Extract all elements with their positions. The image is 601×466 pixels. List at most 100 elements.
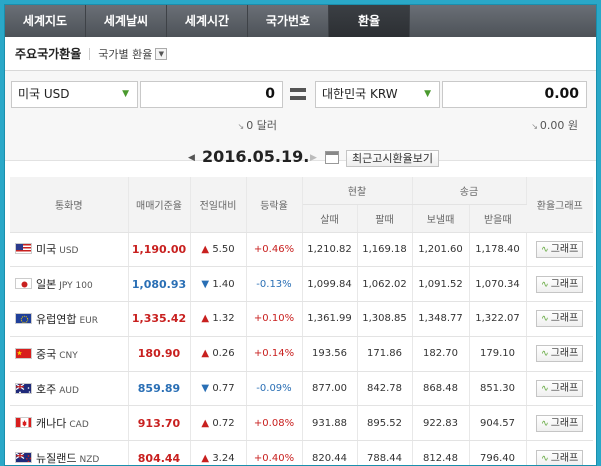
currency-name: 호주 bbox=[36, 382, 57, 396]
graph-button[interactable]: ∿ 그래프 bbox=[536, 310, 584, 328]
from-currency-value: 미국 USD bbox=[18, 87, 70, 101]
graph-button[interactable]: ∿ 그래프 bbox=[536, 414, 584, 432]
header-cash: 현찰 bbox=[302, 177, 413, 205]
header-cash-buy: 살때 bbox=[302, 204, 358, 233]
wire-send-cell: 1,348.77 bbox=[412, 301, 470, 337]
tab-world-time[interactable]: 세계시간 bbox=[167, 5, 248, 37]
change-pct: -0.13% bbox=[256, 278, 292, 290]
currency-name-cell: 중국 CNY bbox=[10, 336, 129, 372]
graph-cell: ∿ 그래프 bbox=[526, 232, 593, 268]
to-currency-select[interactable]: 대한민국 KRW ▼ bbox=[315, 81, 440, 108]
flag-ca-icon bbox=[15, 417, 32, 429]
base-rate-cell: 804.44 bbox=[128, 440, 191, 465]
table-row: 호주 AUD 859.89 ▼ 0.77 -0.09% 877.00 842.78 868.4… bbox=[10, 371, 593, 407]
graph-button[interactable]: ∿ 그래프 bbox=[536, 449, 584, 465]
country-rate-dropdown-label[interactable]: 국가별 환율 bbox=[98, 46, 152, 62]
change-value: 1.40 bbox=[212, 278, 235, 290]
graph-button[interactable]: ∿ 그래프 bbox=[536, 380, 584, 398]
graph-cell: ∿ 그래프 bbox=[526, 405, 593, 442]
up-arrow-icon: ▲ bbox=[201, 417, 210, 429]
base-rate-cell: 1,335.42 bbox=[128, 301, 191, 337]
cash-sell-cell: 171.86 bbox=[357, 336, 413, 372]
chart-icon: ∿ bbox=[541, 314, 549, 325]
chart-icon: ∿ bbox=[541, 279, 549, 290]
header-wire: 송금 bbox=[412, 177, 527, 205]
prev-date-icon[interactable]: ◀ bbox=[188, 153, 195, 163]
up-arrow-icon: ▲ bbox=[201, 313, 210, 325]
up-arrow-icon: ▲ bbox=[201, 348, 210, 360]
arrow-icon: ↘ bbox=[531, 122, 538, 131]
up-arrow-icon: ▲ bbox=[201, 243, 210, 255]
base-rate: 1,190.00 bbox=[131, 242, 187, 256]
flag-cn-icon bbox=[15, 347, 32, 359]
change-value: 3.24 bbox=[212, 452, 235, 464]
currency-name: 유럽연합 bbox=[36, 312, 77, 326]
chart-icon: ∿ bbox=[541, 244, 549, 255]
tabs-filler bbox=[410, 5, 596, 37]
current-date: 2016.05.19. bbox=[202, 147, 310, 166]
wire-receive-cell: 796.40 bbox=[469, 440, 527, 465]
from-amount-input[interactable]: 0 bbox=[140, 81, 283, 108]
dropdown-arrow-icon: ▼ bbox=[122, 89, 129, 99]
base-rate-cell: 1,190.00 bbox=[128, 232, 191, 268]
down-arrow-icon: ▼ bbox=[201, 383, 210, 395]
cash-sell-cell: 1,169.18 bbox=[357, 232, 413, 268]
recent-rates-button[interactable]: 최근고시환율보기 bbox=[346, 150, 439, 167]
wire-send-cell: 812.48 bbox=[412, 440, 470, 465]
change-value: 0.77 bbox=[212, 383, 235, 395]
down-arrow-icon: ▼ bbox=[201, 278, 210, 290]
currency-name-cell: 캐나다 CAD bbox=[10, 405, 129, 442]
tab-exchange-rate[interactable]: 환율 bbox=[329, 5, 410, 37]
from-currency-select[interactable]: 미국 USD ▼ bbox=[11, 81, 138, 108]
chevron-down-icon[interactable]: ▼ bbox=[155, 47, 168, 60]
to-hint-text: 0.00 원 bbox=[539, 119, 578, 132]
cash-buy-cell: 193.56 bbox=[302, 336, 358, 372]
currency-code: JPY 100 bbox=[59, 281, 93, 292]
flag-au-icon bbox=[15, 382, 32, 394]
wire-receive-cell: 1,178.40 bbox=[469, 232, 527, 268]
graph-button[interactable]: ∿ 그래프 bbox=[536, 240, 584, 258]
chart-icon: ∿ bbox=[541, 418, 549, 429]
change-pct: +0.46% bbox=[253, 243, 295, 255]
graph-button[interactable]: ∿ 그래프 bbox=[536, 275, 584, 293]
header-currency: 통화명 bbox=[10, 177, 129, 233]
equals-icon bbox=[290, 88, 306, 100]
currency-name: 미국 bbox=[36, 243, 57, 257]
calendar-icon[interactable] bbox=[325, 151, 339, 164]
tab-world-weather[interactable]: 세계날씨 bbox=[86, 5, 167, 37]
change-pct-cell: +0.40% bbox=[246, 440, 303, 465]
wire-receive-cell: 179.10 bbox=[469, 336, 527, 372]
currency-code: CAD bbox=[69, 420, 89, 431]
wire-receive-cell: 904.57 bbox=[469, 405, 527, 442]
dropdown-arrow-icon: ▼ bbox=[424, 89, 431, 99]
from-hint-text: 0 달러 bbox=[246, 119, 277, 132]
change-pct-cell: -0.09% bbox=[246, 371, 303, 407]
header-wire-receive: 받을때 bbox=[469, 204, 526, 233]
base-rate: 1,335.42 bbox=[131, 312, 187, 326]
from-amount-hint: ↘ 0 달러 bbox=[140, 117, 277, 133]
currency-name: 캐나다 bbox=[36, 417, 67, 431]
graph-cell: ∿ 그래프 bbox=[526, 371, 593, 407]
cash-sell-cell: 842.78 bbox=[357, 371, 413, 407]
flag-nz-icon bbox=[15, 452, 32, 464]
graph-cell: ∿ 그래프 bbox=[526, 440, 593, 465]
cash-sell-cell: 788.44 bbox=[357, 440, 413, 465]
base-rate-cell: 913.70 bbox=[128, 405, 191, 442]
graph-button-label: 그래프 bbox=[550, 452, 579, 464]
graph-button[interactable]: ∿ 그래프 bbox=[536, 345, 584, 363]
arrow-icon: ↘ bbox=[237, 122, 245, 131]
base-rate-cell: 859.89 bbox=[128, 371, 191, 407]
currency-name-cell: 뉴질랜드 NZD bbox=[10, 440, 129, 465]
change-pct: +0.40% bbox=[253, 452, 295, 464]
change-value: 1.32 bbox=[212, 313, 235, 325]
graph-button-label: 그래프 bbox=[550, 417, 579, 429]
tab-world-map[interactable]: 세계지도 bbox=[5, 5, 86, 37]
exchange-widget: 세계지도 세계날씨 세계시간 국가번호 환율 주요국가환율 국가별 환율 ▼ 미… bbox=[4, 4, 597, 466]
tab-country-code[interactable]: 국가번호 bbox=[248, 5, 329, 37]
currency-code: CNY bbox=[59, 350, 78, 361]
to-amount-input[interactable]: 0.00 bbox=[442, 81, 587, 108]
next-date-icon[interactable]: ▶ bbox=[310, 153, 317, 163]
cash-sell-cell: 1,308.85 bbox=[357, 301, 413, 337]
base-rate-cell: 1,080.93 bbox=[128, 266, 191, 303]
change-pct: +0.10% bbox=[253, 313, 295, 325]
